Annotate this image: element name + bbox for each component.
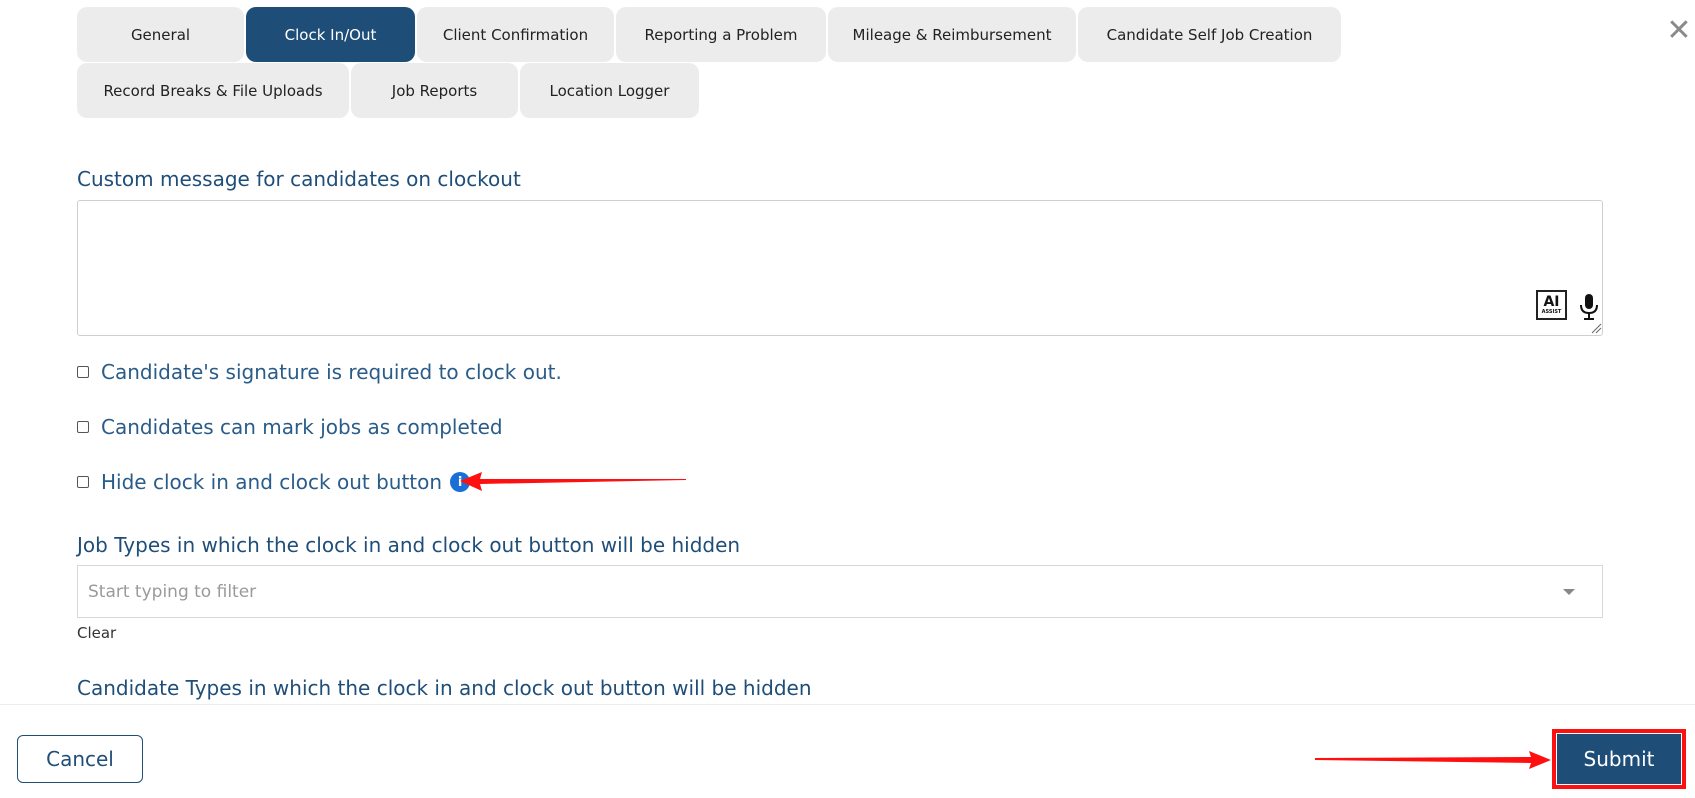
custom-message-label: Custom message for candidates on clockou… [77, 167, 521, 191]
hide-clock-button-label[interactable]: Hide clock in and clock out button [101, 470, 442, 494]
footer-divider [0, 704, 1695, 705]
tab-job-reports[interactable]: Job Reports [351, 63, 518, 118]
clear-link[interactable]: Clear [77, 624, 116, 642]
hide-clock-button-checkbox[interactable] [77, 476, 89, 488]
signature-required-label[interactable]: Candidate's signature is required to clo… [101, 360, 562, 384]
checkbox-row-mark-completed: Candidates can mark jobs as completed [77, 415, 503, 439]
tab-mileage-reimbursement[interactable]: Mileage & Reimbursement [828, 7, 1076, 62]
checkbox-row-signature: Candidate's signature is required to clo… [77, 360, 562, 384]
mark-completed-label[interactable]: Candidates can mark jobs as completed [101, 415, 503, 439]
checkbox-row-hide-clock: Hide clock in and clock out button i [77, 470, 471, 494]
tab-reporting-a-problem[interactable]: Reporting a Problem [616, 7, 826, 62]
annotation-arrow-left [460, 472, 686, 491]
custom-message-textarea[interactable] [77, 200, 1603, 336]
ai-assist-small-text: ASSIST [1541, 309, 1562, 315]
chevron-down-icon[interactable] [1563, 589, 1575, 595]
resize-handle-icon[interactable] [1590, 322, 1602, 334]
ai-assist-big-text: AI [1543, 294, 1560, 310]
cancel-button[interactable]: Cancel [17, 735, 143, 783]
close-icon[interactable]: ✕ [1664, 16, 1694, 46]
job-types-placeholder: Start typing to filter [88, 581, 257, 602]
job-types-label: Job Types in which the clock in and cloc… [77, 533, 741, 557]
candidate-types-label: Candidate Types in which the clock in an… [77, 676, 812, 700]
submit-button[interactable]: Submit [1557, 734, 1681, 784]
tab-clock-in-out[interactable]: Clock In/Out [246, 7, 415, 62]
annotation-arrow-right [1315, 751, 1551, 769]
tab-client-confirmation[interactable]: Client Confirmation [417, 7, 614, 62]
tab-record-breaks-file-uploads[interactable]: Record Breaks & File Uploads [77, 63, 349, 118]
tab-location-logger[interactable]: Location Logger [520, 63, 699, 118]
microphone-icon[interactable] [1578, 292, 1600, 322]
signature-required-checkbox[interactable] [77, 366, 89, 378]
tab-candidate-self-job-creation[interactable]: Candidate Self Job Creation [1078, 7, 1341, 62]
ai-assist-button[interactable]: AI ASSIST [1536, 290, 1567, 320]
mark-completed-checkbox[interactable] [77, 421, 89, 433]
job-types-select[interactable]: Start typing to filter [77, 565, 1603, 618]
tab-general[interactable]: General [77, 7, 244, 62]
